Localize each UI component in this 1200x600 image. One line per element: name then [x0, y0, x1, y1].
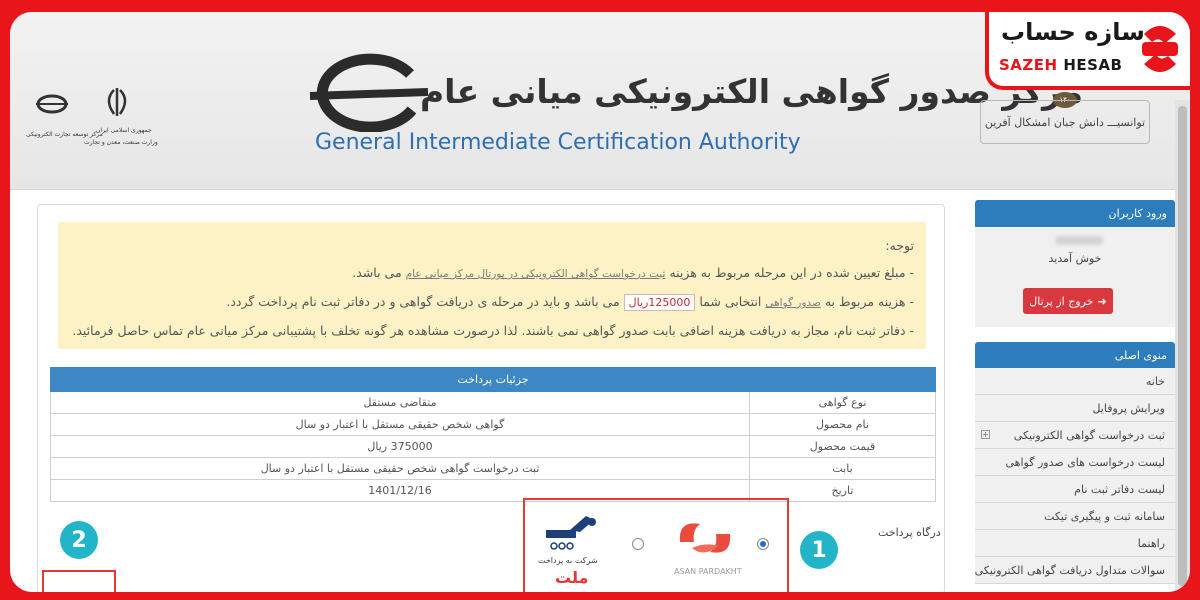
menu-item-faq[interactable]: سوالات متداول دریافت گواهی الکترونیکی: [975, 557, 1175, 584]
mellat-logo-icon[interactable]: [540, 510, 600, 558]
gov-text-3: مرکز توسعه تجارت الکترونیکی: [26, 131, 103, 138]
step-badge-1: 1: [800, 531, 838, 569]
screenshot-frame: مرکز توسعه تجارت الکترونیکی جمهوری اسلام…: [10, 12, 1190, 592]
notice-heading: توجه:: [885, 238, 914, 253]
gov-text-1: جمهوری اسلامی ایران: [96, 127, 152, 134]
main-menu: خانه ویرایش پروفایل ثبت درخواست گواهی ال…: [975, 368, 1175, 584]
menu-item-help[interactable]: راهنما: [975, 530, 1175, 557]
notice-link-issue[interactable]: صدور گواهی: [765, 297, 821, 309]
sign-out-icon: ➜: [1097, 294, 1107, 308]
motto-banner: توانسیـــ دانش جبان امشکال آفرین: [980, 100, 1150, 144]
blurred-username: [1055, 236, 1103, 245]
notice-line-3: - دفاتر ثبت نام، مجاز به دریافت هزینه اض…: [72, 323, 914, 338]
brand-logo-icon: [1138, 20, 1182, 78]
notice-box: توجه: - مبلغ تعیین شده در این مرحله مربو…: [58, 222, 926, 349]
amount-badge: 125000ریال: [623, 294, 696, 311]
menu-item-edit-profile[interactable]: ویرایش پروفایل: [975, 395, 1175, 422]
main-menu-title: منوی اصلی: [975, 342, 1175, 370]
expand-plus-icon[interactable]: +: [981, 430, 990, 439]
government-logos: مرکز توسعه تجارت الکترونیکی جمهوری اسلام…: [24, 86, 184, 156]
gica-logo-icon: [300, 52, 430, 133]
motto-text: توانسیـــ دانش جبان امشکال آفرین: [984, 115, 1146, 129]
table-row: نوع گواهی متقاضی مستقل: [50, 391, 936, 414]
highlight-box-2: [42, 570, 116, 592]
mellat-caption: شرکت به پرداخت: [538, 556, 598, 565]
notice-line-2: - هزینه مربوط به صدور گواهی انتخابی شما …: [226, 294, 914, 311]
payment-table-title: جزئیات پرداخت: [50, 367, 936, 392]
mellat-name: ملت: [555, 568, 589, 587]
radio-asan-pardakht[interactable]: [757, 538, 769, 550]
notice-link-register[interactable]: ثبت درخواست گواهی الکترونیکی در پورتال م…: [406, 268, 666, 280]
scrollbar-thumb[interactable]: [1178, 106, 1187, 586]
payment-details-table: جزئیات پرداخت نوع گواهی متقاضی مستقل نام …: [50, 367, 936, 502]
gov-text-2: وزارت صنعت، معدن و تجارت: [84, 139, 158, 146]
radio-mellat[interactable]: [632, 538, 644, 550]
table-row: قیمت محصول 375000 ریال: [50, 435, 936, 458]
notice-line-1: - مبلغ تعیین شده در این مرحله مربوط به ه…: [352, 265, 914, 280]
menu-item-register-certificate[interactable]: ثبت درخواست گواهی الکترونیکی +: [975, 422, 1175, 449]
menu-item-home[interactable]: خانه: [975, 368, 1175, 395]
welcome-text: خوش آمدید: [1048, 252, 1102, 265]
exit-portal-button[interactable]: ➜ خروج از پرتال: [1023, 288, 1113, 314]
asan-pardakht-caption: ASAN PARDAKHT: [674, 567, 742, 576]
menu-item-offices-list[interactable]: لیست دفاتر ثبت نام: [975, 476, 1175, 503]
table-row: تاریخ 1401/12/16: [50, 479, 936, 502]
brand-name-fa: سازه حساب: [1001, 18, 1145, 46]
asan-pardakht-logo-icon[interactable]: [670, 512, 740, 564]
step-badge-2: 2: [60, 521, 98, 559]
login-panel-title: ورود کاربران: [975, 200, 1175, 228]
page-title-en: General Intermediate Certification Autho…: [315, 130, 801, 155]
menu-item-requests-list[interactable]: لیست درخواست های صدور گواهی: [975, 449, 1175, 476]
page-scrollbar[interactable]: [1175, 100, 1190, 592]
table-row: نام محصول گواهی شخص حقیقی مستقل با اعتبار…: [50, 413, 936, 436]
menu-item-ticket-system[interactable]: سامانه ثبت و پیگیری تیکت: [975, 503, 1175, 530]
payment-gateway-label: درگاه پرداخت: [878, 526, 941, 539]
table-row: بابت ثبت درخواست گواهی شخص حقیقی مستقل با…: [50, 457, 936, 480]
brand-watermark: سازه حساب SAZEH HESAB: [985, 12, 1190, 90]
brand-name-en: SAZEH HESAB: [999, 56, 1123, 74]
